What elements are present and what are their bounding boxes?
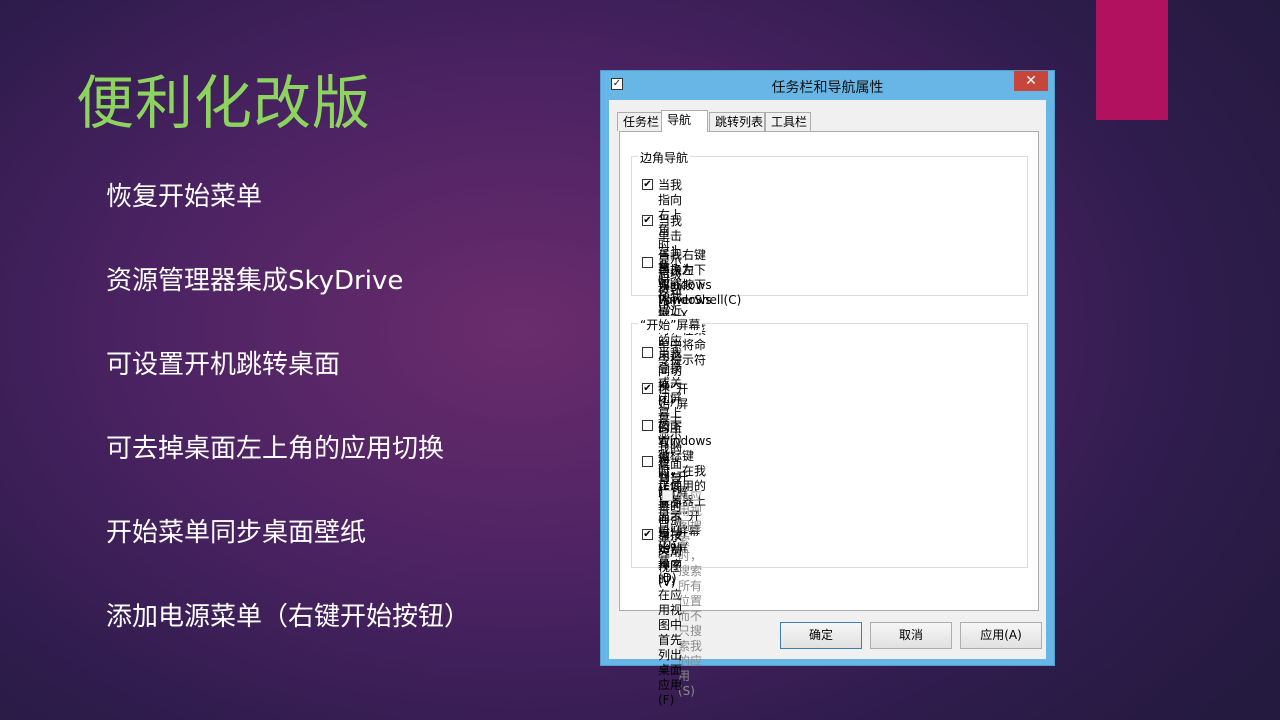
bullet-item: 资源管理器集成SkyDrive: [106, 266, 404, 296]
group-label: 边角导航: [638, 149, 691, 166]
tab-taskbar[interactable]: 任务栏: [617, 112, 663, 131]
tab-navigation[interactable]: 导航: [661, 110, 708, 132]
corner-navigation-group: 边角导航 ✔ 当我指向右上角时，显示超级按钮(R) ✔ 当我单击左上角时，在我最…: [631, 149, 1028, 408]
start-screen-group: “开始”屏幕 当我登录或关闭屏幕上的所有应用时，转到桌面而不是“开始”屏幕(D)…: [631, 316, 1028, 707]
checkbox[interactable]: [642, 347, 653, 358]
group-label: “开始”屏幕: [638, 316, 703, 333]
apply-button[interactable]: 应用(A): [960, 622, 1042, 649]
checkbox[interactable]: [642, 420, 653, 431]
checkbox-disabled: [662, 490, 673, 501]
bullet-item: 开始菜单同步桌面壁纸: [106, 518, 367, 548]
close-button[interactable]: ✕: [1014, 71, 1048, 91]
checkbox[interactable]: [642, 456, 653, 467]
checkbox[interactable]: ✔: [642, 215, 653, 226]
checkbox[interactable]: [642, 257, 653, 268]
dialog-client: 任务栏 导航 跳转列表 工具栏 边角导航 ✔ 当我指向右上角时，显示超级按钮(R…: [609, 100, 1046, 707]
close-icon: ✕: [1025, 73, 1037, 89]
tab-jump-lists[interactable]: 跳转列表: [709, 112, 765, 131]
checkbox[interactable]: ✔: [642, 383, 653, 394]
checkbox[interactable]: ✔: [642, 179, 653, 190]
checkmark-icon: ✔: [643, 529, 652, 540]
ok-button[interactable]: 确定: [780, 622, 862, 649]
bullet-item: 恢复开始菜单: [106, 182, 263, 212]
option-label: 当按类别排序时，在应用视图中首先列出桌面应用(F): [658, 528, 683, 707]
checkmark-icon: ✔: [643, 179, 652, 190]
navigation-tab-panel: 边角导航 ✔ 当我指向右上角时，显示超级按钮(R) ✔ 当我单击左上角时，在我最…: [619, 131, 1039, 707]
dialog-titlebar[interactable]: ✓ 任务栏和导航属性 ✕: [601, 71, 1054, 99]
slide-title: 便利化改版: [76, 69, 372, 137]
option-label-line2: 替换为 Windows PowerShell(C): [658, 263, 742, 307]
dialog-title: 任务栏和导航属性: [771, 80, 884, 96]
taskbar-navigation-properties-dialog: ✓ 任务栏和导航属性 ✕ 任务栏 导航 跳转列表 工具栏 边角导航 ✔ 当我指向…: [600, 70, 1055, 707]
checkmark-icon: ✔: [643, 215, 652, 226]
checkmark-icon: ✔: [643, 383, 652, 394]
checkbox[interactable]: ✔: [642, 529, 653, 540]
bullet-item: 可去掉桌面左上角的应用切换: [106, 434, 445, 464]
tab-toolbars[interactable]: 工具栏: [765, 112, 811, 131]
cancel-button[interactable]: 取消: [870, 622, 952, 649]
bullet-item: 添加电源菜单（右键开始按钮）: [106, 602, 471, 632]
bullet-item: 可设置开机跳转桌面: [106, 350, 341, 380]
accent-bar: [1096, 0, 1168, 120]
